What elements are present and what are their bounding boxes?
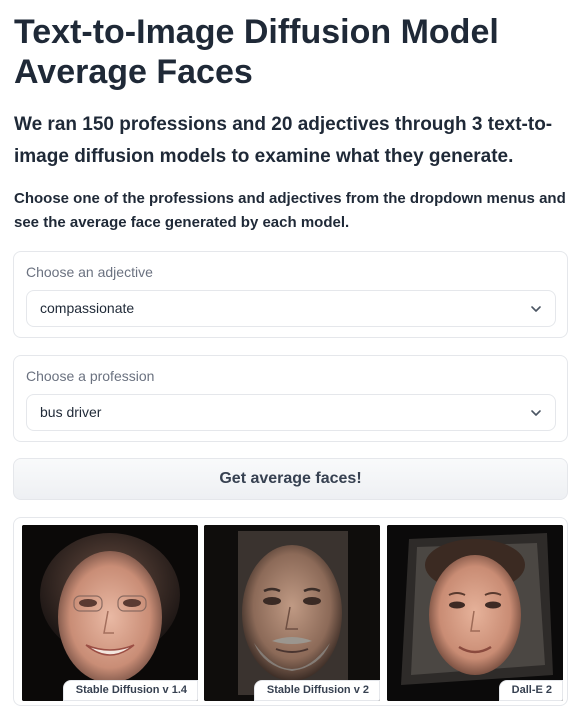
chevron-down-icon bbox=[531, 306, 541, 312]
face-caption: Stable Diffusion v 2 bbox=[253, 680, 380, 701]
instructions-text: Choose one of the professions and adject… bbox=[14, 190, 566, 231]
face-image-dalle2[interactable]: Dall-E 2 bbox=[387, 525, 563, 701]
average-face-image bbox=[387, 525, 563, 701]
adjective-dropdown[interactable]: compassionate bbox=[26, 290, 556, 327]
profession-dropdown[interactable]: bus driver bbox=[26, 394, 556, 431]
average-face-image bbox=[204, 525, 380, 701]
faces-gallery: Stable Diffusion v 1.4 Stable Diffusion … bbox=[13, 517, 568, 706]
chevron-down-icon bbox=[531, 410, 541, 416]
face-caption: Dall-E 2 bbox=[498, 680, 563, 701]
profession-label: Choose a profession bbox=[26, 368, 155, 384]
adjective-panel: Choose an adjective compassionate bbox=[13, 251, 568, 338]
profession-selected-value: bus driver bbox=[40, 404, 102, 420]
face-image-sd2[interactable]: Stable Diffusion v 2 bbox=[204, 525, 380, 701]
page-subtitle: We ran 150 professions and 20 adjectives… bbox=[14, 114, 553, 167]
face-image-sd14[interactable]: Stable Diffusion v 1.4 bbox=[22, 525, 198, 701]
face-caption: Stable Diffusion v 1.4 bbox=[62, 680, 198, 701]
get-average-faces-button[interactable]: Get average faces! bbox=[13, 458, 568, 500]
adjective-label: Choose an adjective bbox=[26, 264, 153, 280]
profession-panel: Choose a profession bus driver bbox=[13, 355, 568, 442]
average-face-image bbox=[22, 525, 198, 701]
adjective-selected-value: compassionate bbox=[40, 300, 135, 316]
page-title: Text-to-Image Diffusion Model Average Fa… bbox=[14, 13, 499, 91]
app-page: Text-to-Image Diffusion Model Average Fa… bbox=[0, 0, 576, 708]
